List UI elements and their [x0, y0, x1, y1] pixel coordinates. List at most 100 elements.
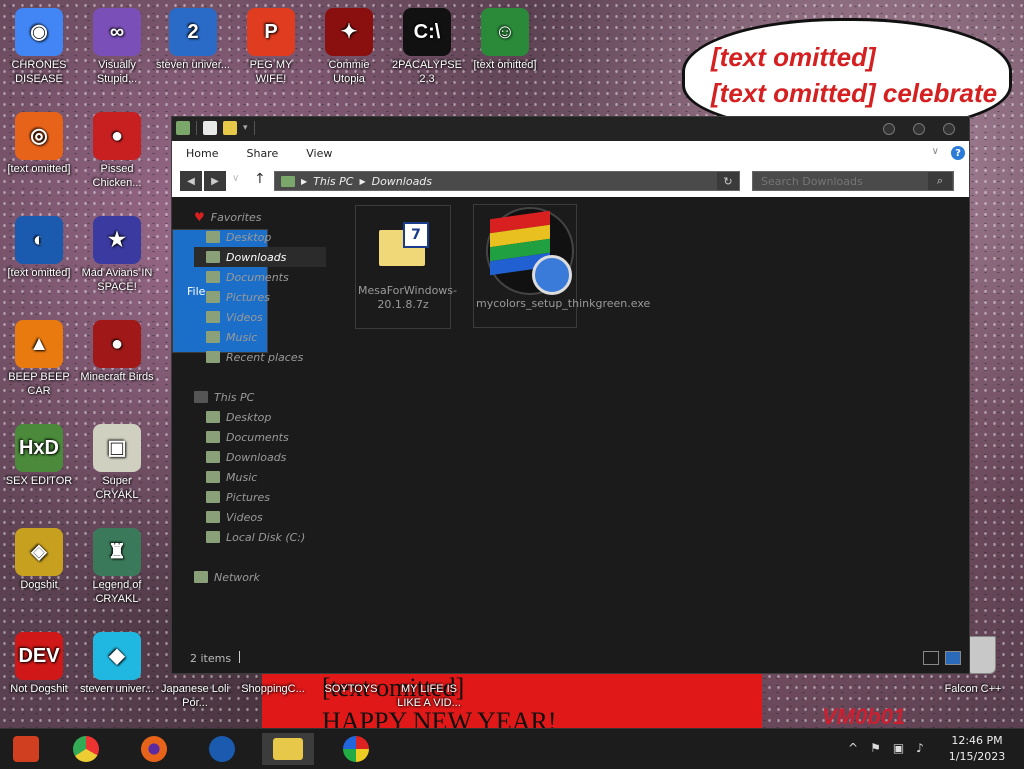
search-icon[interactable]: ⌕ [928, 172, 952, 190]
nav-item[interactable]: Pictures [206, 287, 270, 307]
file-item[interactable]: 7 MesaForWindows-20.1.8.7z [355, 205, 457, 329]
wallpaper-banner: [text omitted] HAPPY NEW YEAR! [262, 670, 762, 736]
nav-favorites-label: Favorites [210, 210, 262, 224]
speaker-icon[interactable]: ♪ [916, 741, 924, 755]
details-view-icon[interactable] [923, 651, 939, 665]
desktop-icon[interactable]: SOYTOYS [314, 682, 388, 696]
nav-item[interactable]: Downloads [206, 247, 286, 267]
large-icons-view-icon[interactable] [945, 651, 961, 665]
globe-logo-icon [209, 736, 235, 762]
clock[interactable]: 12:46 PM 1/15/2023 [940, 733, 1014, 765]
search-input[interactable] [752, 171, 954, 191]
nav-item-label: Downloads [226, 450, 287, 464]
desktop-icon[interactable]: C:\ 2PACALYPSE 2.3 [390, 8, 464, 86]
desktop-icon[interactable]: DEV Not Dogshit [2, 632, 76, 696]
desktop-icon-label: SOYTOYS [324, 683, 378, 695]
desktop-icon[interactable]: ◉ CHRONES DISEASE [2, 8, 76, 86]
nav-item-label: Recent places [226, 350, 304, 364]
chevron-right-icon[interactable]: ▶ [359, 177, 365, 186]
desktop-icon-label: SEX EDITOR [5, 475, 73, 487]
title-bar[interactable]: ▾ [172, 117, 969, 141]
chevron-up-icon[interactable]: ^ [848, 741, 858, 755]
nav-item[interactable]: Downloads [206, 447, 286, 467]
tab-home[interactable]: Home [172, 141, 232, 165]
desktop-icon[interactable]: ● Pissed Chicken... [80, 112, 154, 190]
desktop-icon[interactable]: ◎ [text omitted] [2, 112, 76, 176]
maximize-button[interactable] [913, 123, 925, 135]
start-button[interactable] [0, 733, 52, 765]
desktop-icon[interactable]: HxD SEX EDITOR [2, 424, 76, 488]
desktop-icon-label: Pissed Chicken... [92, 163, 142, 189]
desktop-icon[interactable]: P PEG MY WIFE! [234, 8, 308, 86]
minimize-button[interactable] [883, 123, 895, 135]
properties-icon[interactable] [203, 121, 217, 135]
desktop-icon[interactable]: ∞ Visually Stupid... [80, 8, 154, 86]
refresh-icon[interactable]: ↻ [717, 172, 739, 190]
address-bar[interactable]: ▶ This PC ▶ Downloads ↻ [274, 171, 740, 191]
recent-locations-icon[interactable]: ∨ [232, 173, 239, 184]
item-count: 2 items [190, 652, 232, 665]
back-button[interactable]: ◀ [180, 171, 202, 191]
up-arrow-icon[interactable]: ↑ [254, 171, 266, 187]
file-item[interactable]: mycolors_setup_thinkgreen.exe [473, 204, 650, 328]
desktop-icon[interactable]: MY LIFE IS LIKE A VID... [392, 682, 466, 710]
tab-view[interactable]: View [292, 141, 346, 165]
nav-item[interactable]: Pictures [206, 487, 270, 507]
nav-item-label: Music [226, 330, 258, 344]
desktop-icon[interactable]: ◐ [text omitted] [2, 216, 76, 280]
network-icon[interactable]: ▣ [893, 741, 904, 755]
desktop-icon[interactable]: ◈ Dogshit [2, 528, 76, 592]
clock-time: 12:46 PM [951, 734, 1003, 747]
desktop-icon-label: CHRONES DISEASE [11, 59, 67, 85]
forward-button[interactable]: ▶ [204, 171, 226, 191]
taskbar-mycolors[interactable] [330, 733, 382, 765]
desktop-icon[interactable]: Japanese Loli Por... [158, 682, 232, 710]
clock-date: 1/15/2023 [948, 750, 1006, 763]
desktop-icon-label: [text omitted] [473, 59, 537, 71]
desktop-icon[interactable]: ● Minecraft Birds [80, 320, 154, 384]
desktop-icon[interactable]: ◆ steven univer... [80, 632, 154, 696]
desktop-icon[interactable]: ▣ Super CRYAKL [80, 424, 154, 502]
desktop-icon[interactable]: ✦ Commie Utopia [312, 8, 386, 86]
new-folder-icon[interactable] [223, 121, 237, 135]
close-button[interactable] [943, 123, 955, 135]
nav-item[interactable]: Desktop [206, 407, 271, 427]
desktop-icon[interactable]: ☺ [text omitted] [468, 8, 542, 72]
nav-item[interactable]: Videos [206, 507, 263, 527]
breadcrumb-this-pc[interactable]: This PC [313, 175, 353, 188]
nav-item[interactable]: Music [206, 327, 257, 347]
navigation-bar: ◀ ▶ ∨ ↑ ▶ This PC ▶ Downloads ↻ ⌕ [172, 165, 969, 197]
chevron-right-icon[interactable]: ▶ [301, 177, 307, 186]
desktop-icon[interactable]: Falcon C++ [936, 682, 1010, 696]
taskbar-globe-app[interactable] [196, 733, 248, 765]
flag-icon[interactable]: ⚑ [870, 741, 881, 755]
nav-item[interactable]: Music [206, 467, 257, 487]
system-tray: ^ ⚑ ▣ ♪ [848, 741, 924, 755]
desktop-icon[interactable]: ▲ BEEP BEEP CAR [2, 320, 76, 398]
nav-item[interactable]: Videos [206, 307, 263, 327]
folder-icon [206, 351, 220, 363]
nav-network[interactable]: Network [194, 567, 260, 587]
nav-item-label: Documents [226, 430, 289, 444]
nav-item[interactable]: Local Disk (C:) [206, 527, 305, 547]
nav-item[interactable]: Documents [206, 267, 289, 287]
tab-share[interactable]: Share [232, 141, 292, 165]
desktop-icon[interactable]: ShoppingC... [236, 682, 310, 696]
chevron-down-icon[interactable]: ▾ [243, 123, 248, 133]
nav-this-pc[interactable]: This PC [194, 387, 254, 407]
expand-ribbon-icon[interactable]: ∨ [932, 146, 939, 157]
recycle-bin-icon[interactable] [966, 636, 996, 674]
taskbar-file-explorer[interactable] [262, 733, 314, 765]
taskbar-firefox[interactable] [128, 733, 180, 765]
nav-item[interactable]: Documents [206, 427, 289, 447]
breadcrumb-downloads[interactable]: Downloads [372, 175, 432, 188]
help-icon[interactable]: ? [951, 146, 965, 160]
taskbar-chrome[interactable] [60, 733, 112, 765]
nav-item[interactable]: Desktop [206, 227, 271, 247]
nav-favorites[interactable]: ♥ Favorites [194, 207, 261, 227]
desktop-icon[interactable]: ★ Mad Avians IN SPACE! [80, 216, 154, 294]
desktop-icon[interactable]: ♜ Legend of CRYAKL [80, 528, 154, 606]
game-icon: ☺ [481, 8, 529, 56]
desktop-icon[interactable]: 2 steven univer... [156, 8, 230, 72]
nav-item[interactable]: Recent places [206, 347, 303, 367]
